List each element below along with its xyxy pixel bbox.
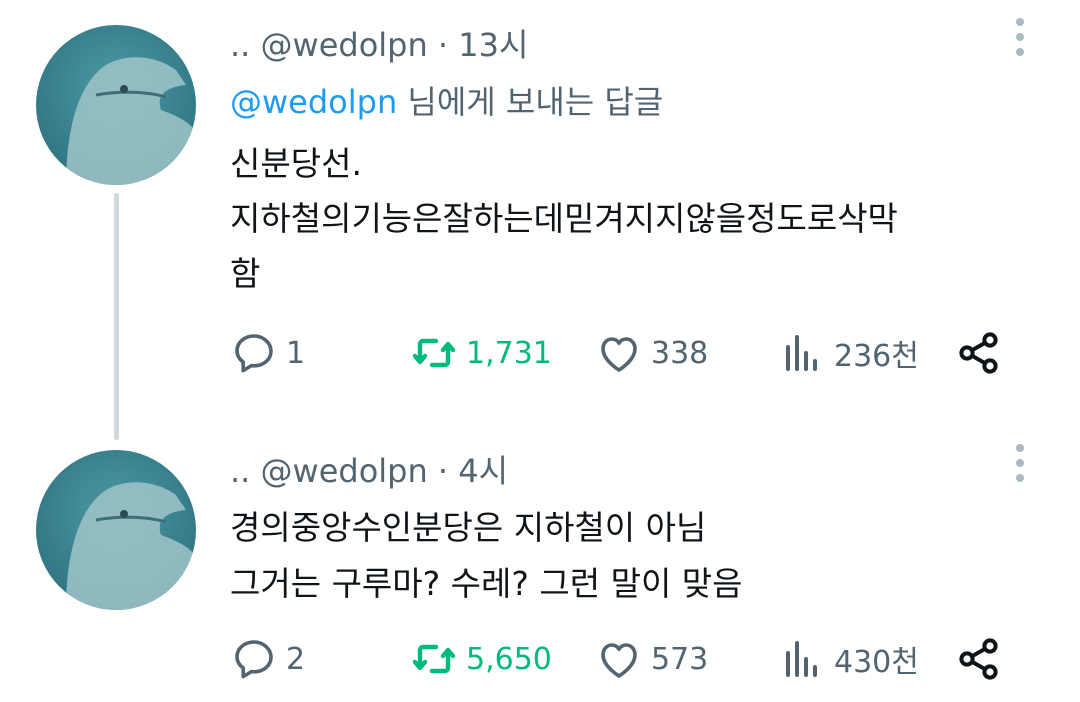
share-icon	[959, 638, 998, 680]
timestamp[interactable]: 13시	[458, 26, 528, 64]
views-icon	[786, 641, 817, 677]
action-bar: 2 5,650 573 430천	[230, 634, 1030, 684]
separator: ·	[437, 26, 449, 64]
dolphin-avatar-image	[36, 450, 196, 610]
views-button[interactable]: 236천	[778, 328, 919, 378]
reply-icon	[235, 640, 273, 679]
display-name[interactable]: ..	[230, 26, 250, 64]
heart-icon	[601, 337, 637, 372]
view-count: 430천	[834, 645, 919, 680]
retweet-button[interactable]: 1,731	[410, 328, 552, 378]
share-button[interactable]	[955, 634, 1003, 684]
more-vertical-icon	[1016, 444, 1024, 452]
tweet-text: 경의중앙수인분당은 지하철이 아님 그거는 구루마? 수레? 그런 말이 맞음	[230, 508, 743, 603]
reply-count: 1	[286, 335, 306, 371]
dolphin-avatar-image	[36, 25, 196, 185]
more-dot	[1016, 48, 1024, 56]
share-button[interactable]	[955, 328, 1003, 378]
retweet-button[interactable]: 5,650	[410, 634, 552, 684]
like-button[interactable]: 338	[595, 328, 708, 378]
timestamp[interactable]: 4시	[458, 452, 508, 490]
avatar[interactable]	[36, 25, 196, 185]
like-count: 573	[651, 641, 709, 677]
tweet-text: 신분당선. 지하철의기능은잘하는데믿겨지지않을정도로삭막 함	[230, 144, 898, 293]
handle[interactable]: @wedolpn	[261, 26, 428, 64]
reply-context: @wedolpn 님에게 보내는 답글	[230, 77, 663, 123]
share-icon	[959, 332, 998, 374]
tweet-header: .. @wedolpn · 13시	[230, 20, 528, 66]
display-name[interactable]: ..	[230, 452, 250, 490]
views-icon	[786, 335, 817, 371]
heart-icon	[601, 643, 637, 678]
reply-to-suffix: 님에게 보내는 답글	[407, 83, 664, 121]
more-options-button[interactable]	[1010, 444, 1030, 494]
tweet[interactable]: .. @wedolpn · 4시 경의중앙수인분당은 지하철이 아님 그거는 구…	[0, 430, 1080, 702]
retweet-count: 1,731	[466, 335, 552, 371]
more-dot	[1016, 474, 1024, 482]
tweet-header: .. @wedolpn · 4시	[230, 446, 508, 492]
retweet-count: 5,650	[466, 641, 552, 677]
like-count: 338	[651, 335, 709, 371]
more-dot	[1016, 459, 1024, 467]
separator: ·	[437, 452, 449, 490]
more-options-button[interactable]	[1010, 18, 1030, 68]
view-count: 236천	[834, 339, 919, 374]
retweet-icon	[412, 644, 456, 674]
avatar[interactable]	[36, 450, 196, 610]
more-dot	[1016, 33, 1024, 41]
retweet-icon	[412, 338, 456, 368]
thread-line	[114, 193, 119, 440]
like-button[interactable]: 573	[595, 634, 708, 684]
tweet[interactable]: .. @wedolpn · 13시 @wedolpn 님에게 보내는 답글 신분…	[0, 0, 1080, 440]
action-bar: 1 1,731 338 236천	[230, 328, 1030, 378]
reply-button[interactable]: 1	[230, 328, 305, 378]
more-vertical-icon	[1016, 18, 1024, 26]
reply-count: 2	[286, 641, 306, 677]
reply-icon	[235, 334, 273, 373]
reply-button[interactable]: 2	[230, 634, 305, 684]
handle[interactable]: @wedolpn	[261, 452, 428, 490]
views-button[interactable]: 430천	[778, 634, 919, 684]
reply-to-mention[interactable]: @wedolpn	[230, 83, 397, 121]
